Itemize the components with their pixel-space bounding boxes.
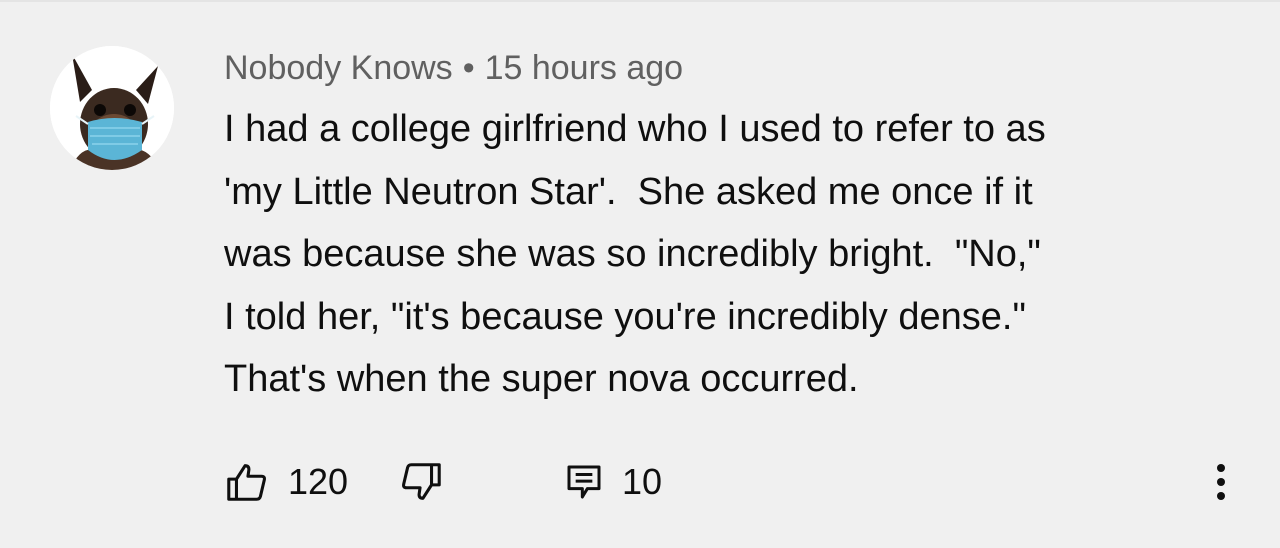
like-button[interactable]: 120 (224, 452, 348, 512)
comment-line: I had a college girlfriend who I used to… (224, 108, 1046, 150)
like-count: 120 (288, 461, 349, 502)
comment-timestamp: 15 hours ago (484, 49, 684, 87)
reply-button[interactable]: 10 (564, 452, 662, 512)
author-name[interactable]: Nobody Knows (224, 49, 453, 87)
comment-line: was because she was so incredibly bright… (224, 233, 1041, 275)
meta-separator: • (462, 49, 475, 87)
comment: Nobody Knows • 15 hours ago I had a colleg… (224, 44, 1224, 411)
reply-count: 10 (622, 461, 663, 502)
dislike-button[interactable] (398, 452, 444, 512)
top-divider (0, 0, 1280, 2)
comment-text: I had a college girlfriend who I used to… (224, 98, 1224, 411)
dog-with-mask-avatar-image (50, 46, 174, 170)
reply-icon (567, 465, 601, 499)
thumbs-up-icon (227, 464, 266, 501)
comment-line: That's when the super nova occurred. (224, 358, 859, 400)
thumbs-down-icon (402, 463, 441, 500)
comment-line: I told her, "it's because you're incredi… (224, 295, 1026, 338)
comment-actions: 120 10 (224, 452, 1244, 512)
avatar[interactable] (50, 46, 174, 170)
comment-line: 'my Little Neutron Star'. She asked me o… (224, 170, 1033, 213)
comment-header: Nobody Knows • 15 hours ago (224, 44, 1224, 92)
more-vert-icon (1217, 464, 1225, 500)
more-options-button[interactable] (1206, 452, 1236, 512)
